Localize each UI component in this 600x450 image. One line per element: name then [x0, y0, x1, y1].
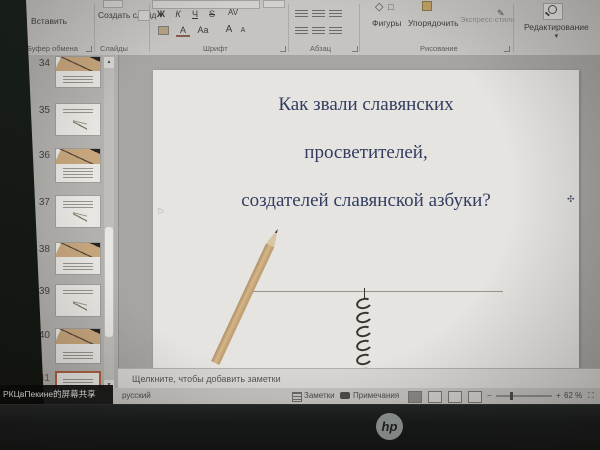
zoom-level[interactable]: 62 % — [564, 391, 582, 400]
underline-button[interactable]: Ч — [188, 9, 202, 19]
slide-thumbnail-39[interactable] — [55, 284, 101, 317]
paste-button[interactable]: Вставить — [31, 16, 67, 26]
pencil-sketch-thumb — [73, 211, 87, 223]
align-center-button[interactable] — [312, 27, 325, 36]
kerning-button[interactable]: AV — [226, 8, 240, 17]
hp-logo: hp — [376, 413, 403, 440]
ribbon: Вставить Буфер обмена Создать слайд ▾ Сл… — [0, 0, 600, 56]
slide-editing-area: Как звали славянских просветителей, созд… — [118, 55, 600, 368]
scroll-up-icon: ▲ — [107, 59, 112, 65]
magnifier-icon — [548, 5, 557, 14]
slide-title-line1[interactable]: Как звали славянских — [153, 94, 579, 116]
panel-scrollbar[interactable]: ▲ ▼ — [104, 57, 114, 391]
change-case-button[interactable]: Аа — [196, 25, 210, 35]
slide-rule-line — [248, 291, 503, 292]
numbering-button[interactable] — [312, 10, 325, 19]
fit-to-window-button[interactable]: ⛶ — [588, 391, 594, 401]
reading-view-button[interactable] — [448, 391, 462, 403]
slide-number: 34 — [26, 58, 50, 69]
pencil-photo-thumb — [56, 243, 100, 257]
monitor-bezel-bottom: hp — [0, 404, 600, 450]
slide-thumbnail-34[interactable] — [55, 56, 101, 88]
bullets-button[interactable] — [295, 10, 308, 19]
shapes-button[interactable]: Фигуры — [372, 18, 401, 28]
arrange-icon — [422, 1, 432, 14]
slide-thumbnail-38[interactable] — [55, 242, 101, 275]
notes-pane[interactable]: Щелкните, чтобы добавить заметки — [118, 368, 600, 388]
powerpoint-window: Вставить Буфер обмена Создать слайд ▾ Сл… — [0, 0, 600, 404]
screen-share-label: РКЦвПекине的屏幕共享 — [3, 389, 96, 399]
pencil-sketch-thumb — [73, 119, 87, 131]
shrink-font-button[interactable]: А — [236, 27, 250, 34]
group-paragraph-label: Абзац — [310, 44, 331, 53]
ornament-icon: ✣ — [567, 194, 575, 205]
bold-button[interactable]: Ж — [154, 9, 168, 19]
quick-styles-label: Экспресс-стили — [460, 15, 515, 24]
indent-button[interactable] — [329, 10, 342, 19]
pencil-photo-thumb — [56, 57, 100, 71]
group-clipboard-label: Буфер обмена — [27, 44, 78, 53]
group-font-label: Шрифт — [203, 44, 228, 53]
paragraph-dialog-launcher-icon[interactable] — [352, 46, 358, 52]
paste-label: Вставить — [31, 16, 67, 26]
new-slide-button[interactable]: Создать слайд ▾ — [98, 10, 140, 21]
slide-thumbnail-35[interactable] — [55, 103, 101, 136]
group-drawing-label: Рисование — [420, 44, 458, 53]
editing-label: Редактирование — [524, 22, 589, 32]
slide-thumbnail-36[interactable] — [55, 148, 101, 183]
drawing-dialog-launcher-icon[interactable] — [504, 46, 510, 52]
current-slide-canvas[interactable]: Как звали славянских просветителей, созд… — [153, 70, 579, 368]
slide-title-line2[interactable]: просветителей, — [153, 142, 579, 164]
quick-styles-button[interactable]: Экспресс-стили — [460, 16, 494, 24]
ink-pen-icon[interactable]: ✎ — [497, 8, 505, 19]
editing-button[interactable]: Редактирование ▾ — [524, 22, 589, 40]
shape-diamond-icon: ◇ — [375, 0, 383, 13]
cut-icon-box — [103, 0, 123, 8]
screen-share-overlay: РКЦвПекине的屏幕共享 — [0, 385, 113, 404]
notes-toggle[interactable]: Заметки — [304, 391, 335, 400]
zoom-slider-knob[interactable] — [510, 392, 513, 400]
slide-title-line3[interactable]: создателей славянской азбуки? — [153, 190, 579, 212]
font-color-button[interactable]: А — [176, 25, 190, 37]
highlighter-icon — [158, 26, 169, 35]
group-slides-label: Слайды — [100, 44, 128, 53]
strikethrough-button[interactable]: S — [205, 9, 219, 19]
text-highlight-button[interactable] — [156, 26, 170, 37]
slide-thumbnail-37[interactable] — [55, 195, 101, 228]
zoom-in-button[interactable]: + — [556, 391, 561, 400]
monitor-photo: Вставить Буфер обмена Создать слайд ▾ Сл… — [0, 0, 600, 450]
clipboard-dialog-launcher-icon[interactable] — [86, 46, 92, 52]
italic-button[interactable]: К — [171, 9, 185, 19]
columns-button[interactable] — [329, 27, 342, 36]
language-indicator[interactable]: русский — [122, 391, 151, 400]
zoom-slider[interactable] — [496, 395, 552, 397]
arrange-label: Упорядочить — [408, 18, 459, 28]
caret-down-icon: ▾ — [555, 33, 559, 40]
pencil-photo-thumb — [56, 149, 100, 164]
pencil-clipart[interactable] — [211, 227, 282, 365]
normal-view-button[interactable] — [408, 391, 422, 403]
scroll-up-button[interactable]: ▲ — [104, 57, 114, 68]
pencil-sketch-thumb — [73, 300, 87, 312]
align-left-button[interactable] — [295, 27, 308, 36]
notes-icon — [292, 392, 302, 402]
scrollbar-thumb[interactable] — [105, 227, 113, 337]
arrange-button[interactable]: Упорядочить — [408, 18, 459, 28]
font-name-box[interactable] — [152, 0, 260, 9]
pencil-photo-thumb — [56, 329, 100, 344]
comments-toggle[interactable]: Примечания — [353, 391, 399, 400]
slideshow-view-button[interactable] — [468, 391, 482, 403]
shapes-label: Фигуры — [372, 18, 401, 28]
grow-font-button[interactable]: А — [222, 24, 236, 35]
shape-square-icon: □ — [388, 2, 393, 12]
cut-icon-box — [263, 0, 285, 8]
slide-sorter-view-button[interactable] — [428, 391, 442, 403]
slide-thumbnail-40[interactable] — [55, 328, 101, 364]
notes-placeholder: Щелкните, чтобы добавить заметки — [132, 374, 281, 384]
comments-icon — [340, 392, 350, 399]
zoom-out-button[interactable]: − — [487, 391, 492, 400]
font-dialog-launcher-icon[interactable] — [280, 46, 286, 52]
